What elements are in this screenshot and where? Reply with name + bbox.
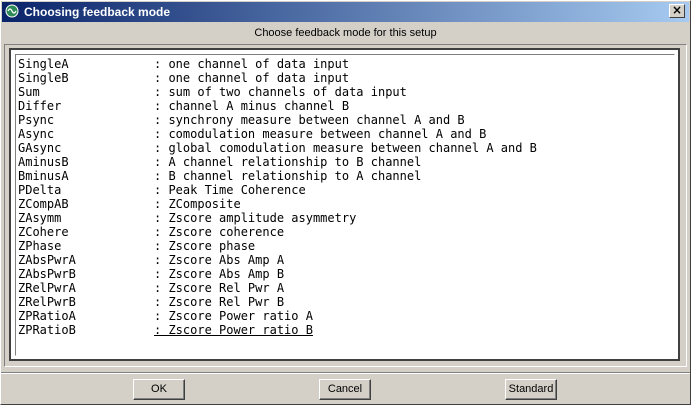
mode-description: : sum of two channels of data input xyxy=(154,85,407,99)
list-item[interactable]: ZPRatioA : Zscore Power ratio A xyxy=(16,309,674,323)
mode-code: ZCompAB xyxy=(18,197,69,211)
mode-code: ZAbsPwrB xyxy=(18,267,76,281)
mode-description: : comodulation measure between channel A… xyxy=(154,127,487,141)
list-item[interactable]: ZRelPwrB : Zscore Rel Pwr B xyxy=(16,295,674,309)
list-item[interactable]: ZAbsPwrA : Zscore Abs Amp A xyxy=(16,253,674,267)
mode-code: GAsync xyxy=(18,141,62,155)
mode-code: Async xyxy=(18,127,55,141)
dialog-window: Choosing feedback mode × Choose feedback… xyxy=(0,0,691,405)
mode-code: Differ xyxy=(18,99,62,113)
mode-description: : synchrony measure between channel A an… xyxy=(154,113,465,127)
mode-description: : Zscore coherence xyxy=(154,225,285,239)
mode-list-items: SingleA: one channel of data input Single… xyxy=(15,54,675,356)
mode-code: ZRelPwrA xyxy=(18,281,76,295)
mode-code: ZCohere xyxy=(18,225,69,239)
mode-description: : Zscore Rel Pwr A xyxy=(154,281,285,295)
window-title: Choosing feedback mode xyxy=(24,5,171,19)
mode-description: : Zscore amplitude asymmetry xyxy=(154,211,357,225)
mode-description: : global comodulation measure between ch… xyxy=(154,141,537,155)
list-item[interactable]: PDelta : Peak Time Coherence xyxy=(16,183,674,197)
mode-code: SingleA xyxy=(18,57,69,71)
mode-description: : one channel of data input xyxy=(154,71,350,85)
mode-code: ZPRatioB xyxy=(18,323,76,337)
mode-description: : Zscore Abs Amp A xyxy=(154,253,285,267)
list-item[interactable]: GAsync : global comodulation measure betw… xyxy=(16,141,674,155)
list-item[interactable]: ZRelPwrA : Zscore Rel Pwr A xyxy=(16,281,674,295)
mode-code: PDelta xyxy=(18,183,62,197)
list-item[interactable]: ZPRatioB : Zscore Power ratio B xyxy=(16,323,674,337)
app-icon xyxy=(5,4,19,18)
mode-code: Sum xyxy=(18,85,40,99)
list-item[interactable]: AminusB : A channel relationship to B cha… xyxy=(16,155,674,169)
mode-description: : Peak Time Coherence xyxy=(154,183,306,197)
list-item[interactable]: Psync : synchrony measure between channel… xyxy=(16,113,674,127)
mode-description: : Zscore Power ratio B xyxy=(154,323,313,337)
ok-button[interactable]: OK xyxy=(133,379,185,400)
list-item[interactable]: ZCohere : Zscore coherence xyxy=(16,225,674,239)
separator xyxy=(1,372,690,374)
list-item[interactable]: ZCompAB : ZComposite xyxy=(16,197,674,211)
mode-code: ZAsymm xyxy=(18,211,62,225)
mode-code: BminusA xyxy=(18,169,69,183)
mode-code: ZAbsPwrA xyxy=(18,253,76,267)
title-bar[interactable]: Choosing feedback mode × xyxy=(2,2,689,22)
mode-description: : one channel of data input xyxy=(154,57,350,71)
mode-code: SingleB xyxy=(18,71,69,85)
list-item[interactable]: ZPhase : Zscore phase xyxy=(16,239,674,253)
cancel-button[interactable]: Cancel xyxy=(319,379,371,400)
mode-description: : A channel relationship to B channel xyxy=(154,155,422,169)
close-icon: × xyxy=(671,3,683,17)
mode-code: ZPRatioA xyxy=(18,309,76,323)
mode-code: AminusB xyxy=(18,155,69,169)
mode-description: : Zscore Power ratio A xyxy=(154,309,313,323)
close-button[interactable]: × xyxy=(669,4,685,18)
dialog-subtitle: Choose feedback mode for this setup xyxy=(254,27,437,39)
list-item[interactable]: SingleA : one channel of data input xyxy=(16,57,674,71)
mode-description: : channel A minus channel B xyxy=(154,99,350,113)
standard-button[interactable]: Standard xyxy=(505,379,557,400)
list-item[interactable]: BminusA : B channel relationship to A cha… xyxy=(16,169,674,183)
mode-code: Psync xyxy=(18,113,55,127)
list-item[interactable]: ZAsymm : Zscore amplitude asymmetry xyxy=(16,211,674,225)
list-item[interactable]: SingleB : one channel of data input xyxy=(16,71,674,85)
mode-description: : ZComposite xyxy=(154,197,241,211)
mode-code: ZRelPwrB xyxy=(18,295,76,309)
list-item[interactable]: Sum : sum of two channels of data input xyxy=(16,85,674,99)
mode-description: : Zscore phase xyxy=(154,239,256,253)
list-item[interactable]: Differ : channel A minus channel B xyxy=(16,99,674,113)
mode-description: : B channel relationship to A channel xyxy=(154,169,422,183)
mode-description: : Zscore Abs Amp B xyxy=(154,267,285,281)
feedback-mode-list[interactable]: SingleA: one channel of data input Single… xyxy=(9,48,680,361)
mode-code: ZPhase xyxy=(18,239,62,253)
list-item[interactable]: ZAbsPwrB : Zscore Abs Amp B xyxy=(16,267,674,281)
mode-description: : Zscore Rel Pwr B xyxy=(154,295,285,309)
list-item[interactable]: Async : comodulation measure between chan… xyxy=(16,127,674,141)
